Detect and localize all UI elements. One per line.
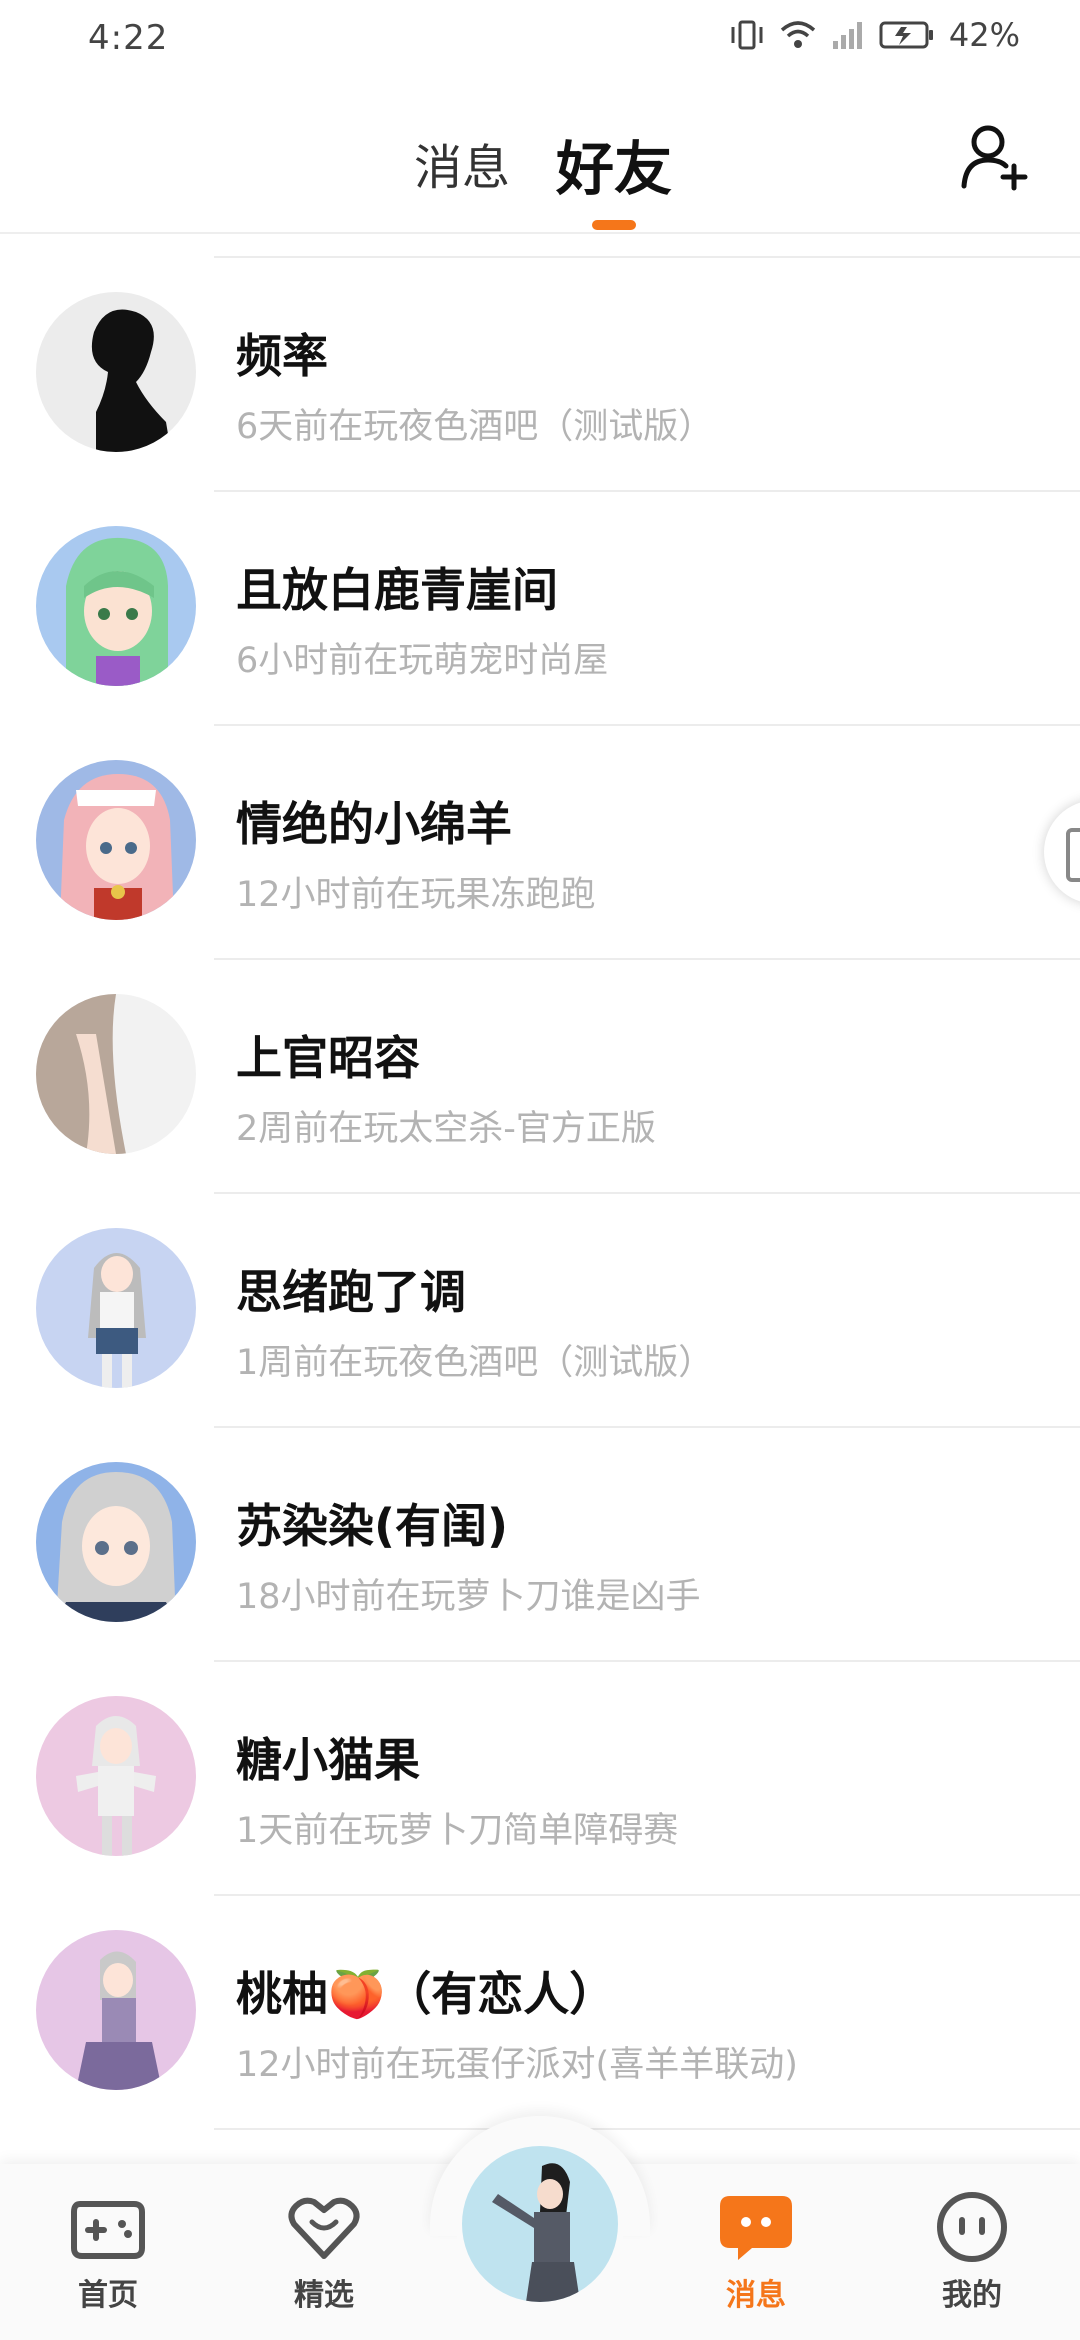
friend-status: 6天前在玩夜色酒吧（测试版）	[236, 407, 714, 447]
nav-home[interactable]: 首页	[38, 2190, 178, 2314]
nav-label: 首页	[78, 2278, 138, 2313]
avatar[interactable]	[36, 994, 196, 1154]
face-icon	[937, 2192, 1007, 2262]
friend-name: 且放白鹿青崖间	[236, 563, 558, 617]
friend-status: 6小时前在玩萌宠时尚屋	[236, 641, 609, 681]
nav-label: 我的	[942, 2278, 1002, 2313]
vibrate-icon	[731, 20, 763, 50]
wifi-icon	[780, 21, 816, 48]
friend-status: 2周前在玩太空杀-官方正版	[236, 1109, 656, 1149]
nav-featured[interactable]: 精选	[254, 2190, 394, 2314]
friend-row[interactable]: 桃柚🍑（有恋人） 12小时前在玩蛋仔派对(喜羊羊联动)	[0, 1896, 1080, 2130]
nav-profile[interactable]: 我的	[902, 2190, 1042, 2314]
friend-row[interactable]: 糖小猫果 1天前在玩萝卜刀简单障碍赛	[0, 1662, 1080, 1896]
friend-list: 频率 6天前在玩夜色酒吧（测试版） 且放白鹿青崖间 6小时前在玩萌宠时尚屋 情绝…	[0, 258, 1080, 2130]
nav-label: 精选	[294, 2278, 354, 2313]
nav-messages[interactable]: 消息	[686, 2190, 826, 2314]
avatar[interactable]	[36, 1696, 196, 1856]
friend-row[interactable]: 且放白鹿青崖间 6小时前在玩萌宠时尚屋	[0, 492, 1080, 726]
friend-status: 18小时前在玩萝卜刀谁是凶手	[236, 1577, 701, 1617]
avatar[interactable]	[36, 1930, 196, 2090]
friend-status: 1天前在玩萝卜刀简单障碍赛	[236, 1811, 679, 1851]
chat-bubble-icon	[720, 2196, 792, 2260]
friend-status: 1周前在玩夜色酒吧（测试版）	[236, 1343, 714, 1383]
tab-friends[interactable]: 好友	[556, 122, 672, 206]
tab-messages[interactable]: 消息	[414, 128, 510, 198]
friend-row[interactable]: 频率 6天前在玩夜色酒吧（测试版）	[0, 258, 1080, 492]
header: 消息 好友	[0, 100, 1080, 234]
battery-percent: 42%	[948, 16, 1020, 54]
signal-icon	[832, 22, 862, 49]
avatar[interactable]	[36, 1462, 196, 1622]
battery-icon	[879, 21, 933, 49]
friend-row[interactable]: 上官昭容 2周前在玩太空杀-官方正版	[0, 960, 1080, 1194]
friend-name: 苏染染(有闺)	[236, 1499, 509, 1553]
status-bar: 4:22 42%	[0, 0, 1080, 80]
avatar[interactable]	[36, 292, 196, 452]
friend-status: 12小时前在玩果冻跑跑	[236, 875, 596, 915]
status-time: 4:22	[88, 18, 169, 58]
active-tab-indicator	[592, 220, 636, 230]
friend-name: 糖小猫果	[236, 1733, 420, 1787]
friend-row[interactable]: 情绝的小绵羊 12小时前在玩果冻跑跑	[0, 726, 1080, 960]
divider	[214, 2128, 1080, 2130]
heart-gem-icon	[288, 2197, 360, 2259]
avatar[interactable]	[36, 760, 196, 920]
friend-name: 思绪跑了调	[236, 1265, 466, 1319]
friend-name: 上官昭容	[236, 1031, 420, 1085]
friend-name: 桃柚🍑（有恋人）	[236, 1967, 616, 2021]
add-user-icon[interactable]	[958, 120, 1030, 192]
nav-label: 消息	[726, 2278, 786, 2313]
avatar[interactable]	[36, 526, 196, 686]
phone-icon	[1066, 828, 1080, 882]
avatar[interactable]	[36, 1228, 196, 1388]
center-character-avatar[interactable]	[456, 2140, 624, 2308]
friend-name: 频率	[236, 329, 328, 383]
status-icons: 42%	[729, 16, 1020, 54]
gamepad-icon	[71, 2201, 145, 2259]
friend-status: 12小时前在玩蛋仔派对(喜羊羊联动)	[236, 2045, 798, 2085]
friend-row[interactable]: 思绪跑了调 1周前在玩夜色酒吧（测试版）	[0, 1194, 1080, 1428]
friend-row[interactable]: 苏染染(有闺) 18小时前在玩萝卜刀谁是凶手	[0, 1428, 1080, 1662]
friend-name: 情绝的小绵羊	[236, 797, 512, 851]
